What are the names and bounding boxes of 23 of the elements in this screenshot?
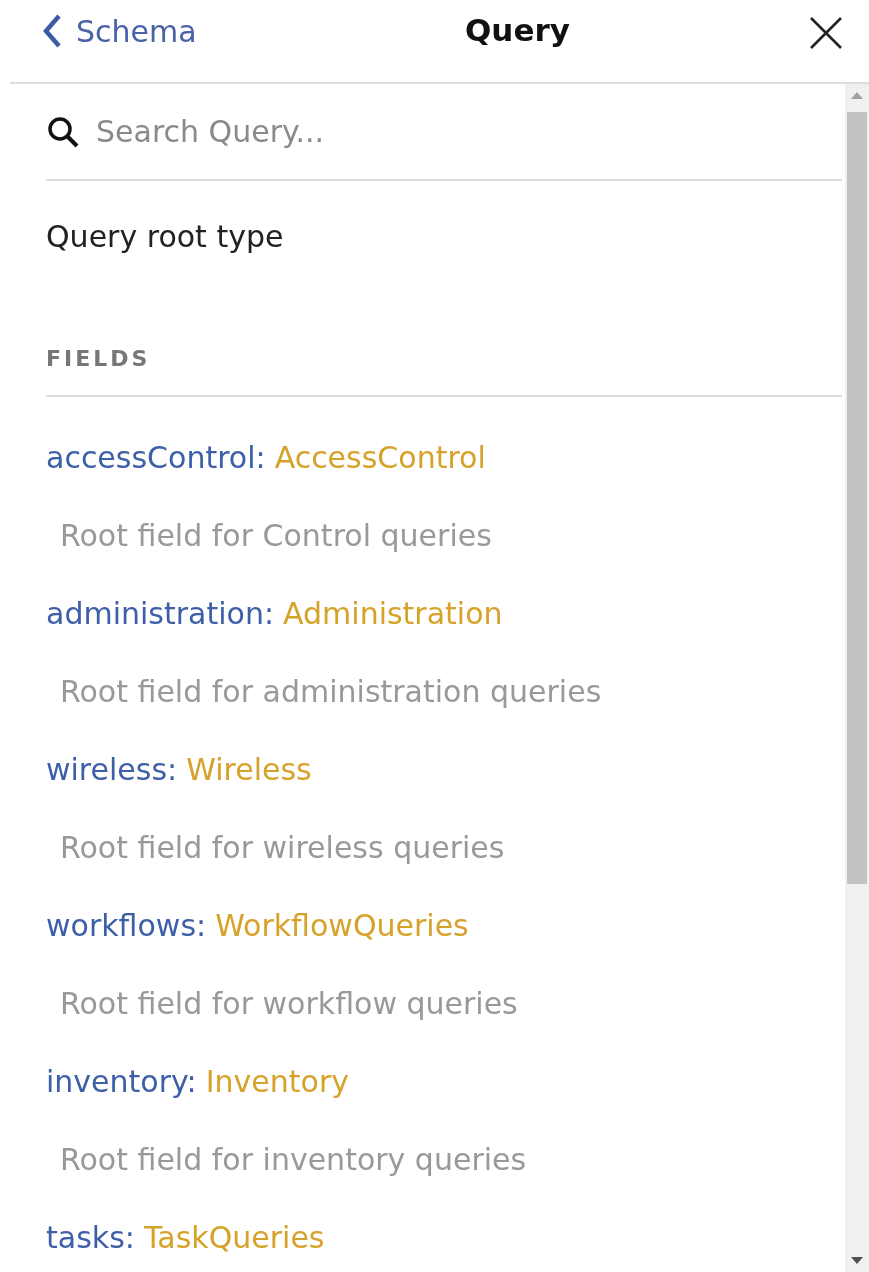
field-name-link[interactable]: tasks:: [46, 1220, 135, 1255]
search-icon: [46, 114, 80, 149]
field-description: Root field for Control queries: [59, 517, 493, 553]
close-icon[interactable]: [809, 16, 843, 50]
field-description: Root field for inventory queries: [59, 1141, 528, 1177]
field-name-link[interactable]: wireless:: [46, 752, 178, 787]
type-description: Query root type: [46, 219, 285, 254]
field-description: Root field for workflow queries: [59, 985, 519, 1021]
search-field[interactable]: Search Query...: [94, 113, 842, 150]
field-name-link[interactable]: inventory:: [46, 1064, 197, 1099]
field-description: Root field for administration queries: [59, 673, 603, 709]
scrollbar[interactable]: [845, 84, 869, 1272]
scroll-down-icon[interactable]: [850, 1256, 864, 1266]
section-heading: FIELDS: [46, 346, 842, 397]
field-name-link[interactable]: administration:: [46, 596, 275, 631]
field-description: Root field for wireless queries: [59, 829, 506, 865]
scroll-up-icon[interactable]: [850, 90, 864, 100]
field-name-link[interactable]: workflows:: [46, 908, 207, 943]
panel-title: Query: [465, 12, 570, 48]
scrollbar-thumb[interactable]: [847, 112, 867, 884]
chevron-left-icon: [42, 13, 62, 49]
field-name-link[interactable]: accessControl:: [46, 440, 266, 475]
back-link[interactable]: Schema: [42, 13, 197, 49]
